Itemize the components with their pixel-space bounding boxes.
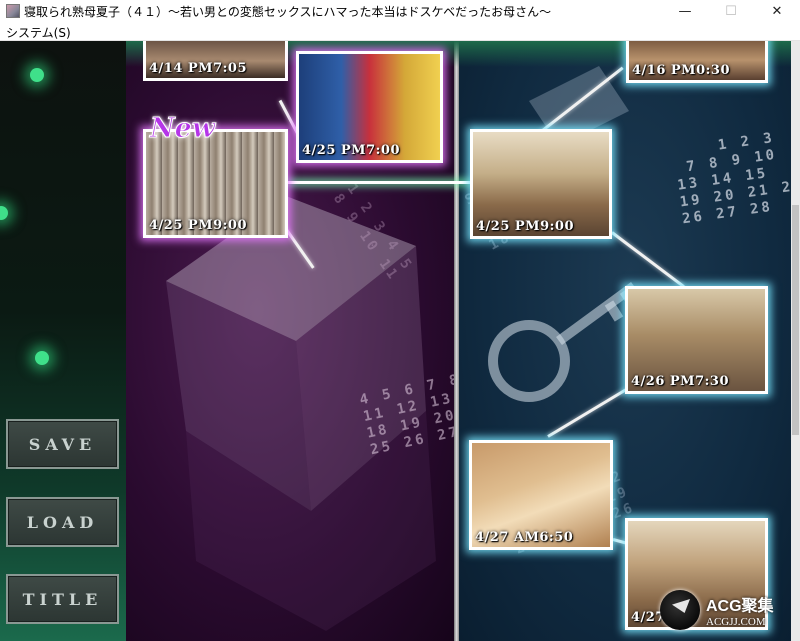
scene-thumbnail[interactable]: 4/14 PM7:05	[143, 41, 288, 81]
watermark-text: ACG聚集	[706, 598, 774, 615]
scene-thumbnail[interactable]: 4/16 PM0:30	[626, 41, 768, 83]
scene-thumbnail[interactable]: 4/25 PM7:00	[296, 51, 443, 163]
watermark: ACG聚集 ACGJJ.COM	[660, 590, 774, 630]
scene-timestamp: 4/25 PM7:00	[302, 143, 401, 158]
title-bar: 寝取られ熟母夏子（４１）～若い男との変態セックスにハマった本当はドスケベだったお…	[0, 0, 800, 22]
scrollbar[interactable]	[791, 41, 800, 641]
title-button[interactable]: TITLE	[6, 574, 119, 624]
route-connector-active	[286, 181, 474, 184]
load-button[interactable]: LOAD	[6, 497, 119, 547]
glow-dot	[0, 206, 8, 220]
game-screen: SAVE LOAD TITLE 4 5 6 7 8 11 12 13 14 18…	[0, 41, 800, 641]
watermark-url: ACGJJ.COM	[706, 616, 766, 628]
scene-timestamp: 4/27 AM6:50	[475, 530, 574, 545]
scene-thumbnail[interactable]: 4/25 PM9:00	[470, 129, 612, 239]
scene-thumbnail[interactable]: 4/26 PM7:30	[625, 286, 768, 394]
menu-bar: システム(S)	[0, 22, 800, 41]
app-icon	[6, 4, 20, 18]
window-title: 寝取られ熟母夏子（４１）～若い男との変態セックスにハマった本当はドスケベだったお…	[24, 4, 552, 19]
calendar-pattern: 1 2 3 7 8 9 10 13 14 15 19 20 21 22 26 2…	[676, 129, 800, 228]
close-button[interactable]: ✕	[754, 0, 800, 22]
maximize-button[interactable]: ☐	[708, 0, 754, 22]
crow-logo-icon	[660, 590, 700, 630]
glow-dot	[30, 68, 44, 82]
scene-thumbnail[interactable]: 4/27 AM6:50	[469, 440, 613, 550]
save-button[interactable]: SAVE	[6, 419, 119, 469]
scene-timestamp: 4/14 PM7:05	[149, 61, 248, 76]
scrollbar-thumb[interactable]	[792, 205, 799, 435]
scene-timestamp: 4/25 PM9:00	[476, 219, 575, 234]
scene-timestamp: 4/16 PM0:30	[632, 63, 731, 78]
window-controls: — ☐ ✕	[662, 0, 800, 22]
scene-timestamp: 4/26 PM7:30	[631, 374, 730, 389]
menu-system[interactable]: システム(S)	[6, 24, 71, 41]
calendar-pattern: 4 5 6 7 8 11 12 13 14 18 19 20 21 25 26 …	[358, 371, 454, 459]
calendar-pattern: 1 2 3 4 5 8 9 10 11	[329, 181, 416, 285]
minimize-button[interactable]: —	[662, 0, 708, 22]
scene-timestamp: 4/25 PM9:00	[149, 218, 248, 233]
scene-thumbnail-new[interactable]: 4/25 PM9:00	[143, 129, 288, 238]
glow-dot	[35, 351, 49, 365]
side-menu-panel: SAVE LOAD TITLE	[0, 41, 126, 641]
new-badge: New	[149, 113, 216, 145]
